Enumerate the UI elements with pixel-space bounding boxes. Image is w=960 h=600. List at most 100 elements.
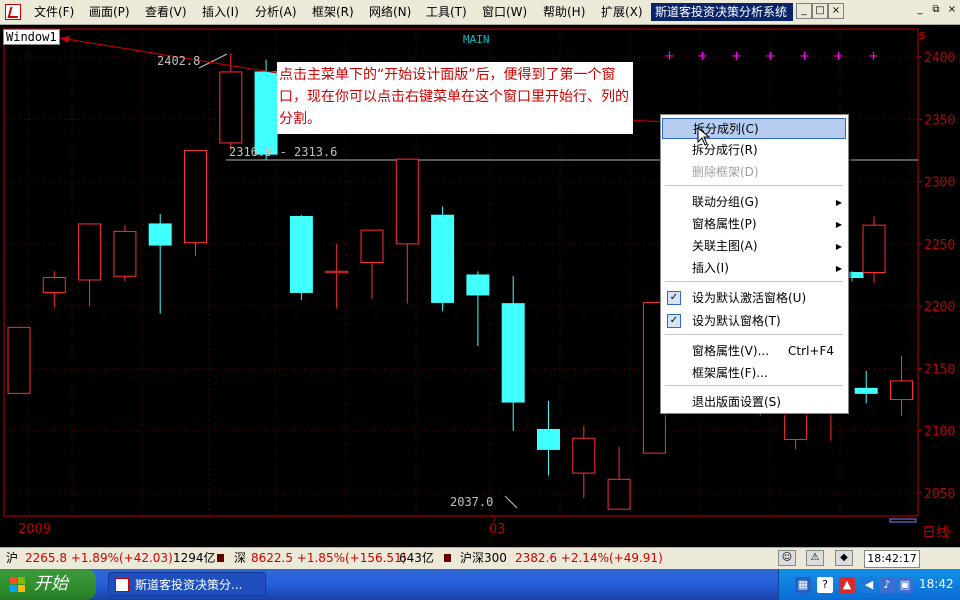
high-price-label: 2402.8: [157, 54, 201, 68]
menu-window[interactable]: 窗口(W): [482, 0, 527, 24]
low-price-label: 2037.0: [450, 495, 494, 509]
y-tick-label: 2250: [924, 238, 955, 253]
hs300-index-value: 2382.6 +2.14%(+49.91): [515, 551, 663, 565]
start-label: 开始: [34, 574, 68, 594]
menu-analysis[interactable]: 分析(A): [255, 0, 297, 24]
app-icon[interactable]: [5, 4, 21, 20]
tray-clock: 18:42: [919, 577, 954, 591]
x-tick-label: 2009: [18, 522, 51, 537]
menu-separator: [665, 185, 843, 186]
sz-index-value: 8622.5 +1.85%(+156.51): [251, 551, 407, 565]
sz-volume: 643亿: [399, 551, 434, 565]
menu-separator: [665, 281, 843, 282]
wizard-icon[interactable]: ☺: [778, 550, 796, 566]
close-button[interactable]: ×: [828, 3, 844, 19]
x-tick-label: 03: [489, 522, 506, 537]
menu-frame[interactable]: 框架(R): [312, 0, 354, 24]
menu-view[interactable]: 查看(V): [145, 0, 187, 24]
window-title: 斯道客投资决策分析系统: [651, 3, 793, 21]
context-menu-item[interactable]: 设为默认窗格(T) ✓: [662, 311, 846, 332]
candle-body: [148, 223, 172, 246]
menu-screen[interactable]: 画面(P): [89, 0, 130, 24]
axis-dollar-marker: $: [919, 29, 926, 42]
candle-body: [862, 224, 886, 274]
context-menu-item-label: 设为默认激活窗格(U): [692, 291, 807, 305]
scroll-marker: [889, 518, 917, 523]
context-menu-item-label: 窗格属性(V)...: [692, 344, 770, 358]
ticket-icon[interactable]: ◆: [835, 550, 853, 566]
candle-body: [184, 149, 207, 244]
context-menu-item-label: 框架属性(F)...: [692, 366, 768, 380]
context-menu-item[interactable]: 框架属性(F)...: [662, 363, 846, 384]
tray-sound-icon[interactable]: ♪: [879, 577, 895, 593]
signal-marker: +: [765, 49, 776, 64]
tray-network-icon[interactable]: ▦: [795, 577, 811, 593]
candle-body: [854, 387, 878, 394]
checkmark-icon: ✓: [667, 291, 681, 305]
menu-help[interactable]: 帮助(H): [543, 0, 585, 24]
menu-network[interactable]: 网络(N): [369, 0, 411, 24]
candle-body: [890, 380, 913, 401]
tray-arrow-icon[interactable]: ◀: [861, 577, 877, 593]
sz-label: 深: [234, 551, 247, 565]
y-tick-label: 2300: [924, 176, 955, 191]
context-menu-item[interactable]: 设为默认激活窗格(U) ✓: [662, 288, 846, 309]
menu-separator: [665, 334, 843, 335]
annotation-note: 点击主菜单下的“开始设计面版”后，便得到了第一个窗口，现在你可以点击右键菜单在这…: [277, 62, 633, 134]
context-menu-item-label: 退出版面设置(S): [692, 395, 781, 409]
minimize-button[interactable]: _: [796, 3, 812, 19]
arrow-head: [60, 36, 70, 43]
inner-restore-button[interactable]: ⧉: [928, 3, 944, 19]
submenu-arrow-icon: ▶: [835, 242, 842, 251]
candle-body: [325, 270, 349, 274]
taskbar-app-button[interactable]: 斯道客投资决策分...: [108, 572, 266, 596]
context-menu-item[interactable]: 插入(I) ▶: [662, 258, 846, 279]
y-tick-label: 2100: [924, 425, 955, 440]
context-menu-item[interactable]: 联动分组(G) ▶: [662, 192, 846, 213]
menu-bar: 文件(F) 画面(P) 查看(V) 插入(I) 分析(A) 框架(R) 网络(N…: [0, 0, 960, 25]
context-menu-item[interactable]: 窗格属性(V)... Ctrl+F4: [662, 341, 846, 362]
menu-tools[interactable]: 工具(T): [426, 0, 467, 24]
candle-body: [537, 428, 560, 450]
tray-monitor-icon[interactable]: ▣: [897, 577, 913, 593]
menu-extend[interactable]: 扩展(X): [601, 0, 643, 24]
submenu-arrow-icon: ▶: [835, 198, 842, 207]
low-pointer: [504, 495, 518, 509]
candle-body: [219, 71, 243, 144]
context-menu-item[interactable]: 窗格属性(P) ▶: [662, 214, 846, 235]
start-button[interactable]: 开始: [0, 569, 96, 600]
context-menu-item[interactable]: 拆分成列(C): [662, 118, 846, 139]
context-menu-item-label: 删除框架(D): [692, 165, 759, 179]
system-tray: ▦ ? ▲ ◀ ♪ ▣ 18:42: [778, 569, 960, 600]
context-menu-item[interactable]: 退出版面设置(S): [662, 392, 846, 413]
y-tick-label: 2400: [924, 51, 955, 66]
windows-logo-icon: [10, 577, 25, 592]
status-clock: 18:42:17: [864, 550, 920, 568]
submenu-arrow-icon: ▶: [835, 264, 842, 273]
inner-minimize-button[interactable]: _: [912, 3, 928, 19]
submenu-arrow-icon: ▶: [835, 220, 842, 229]
kline-chart[interactable]: 2400 2350 2300 2250 2200 2150 2100 2050 2009 03 日线…: [0, 26, 960, 540]
context-menu-item-label: 关联主图(A): [692, 239, 758, 253]
context-menu-item-label: 插入(I): [692, 261, 729, 275]
candle-body: [7, 326, 31, 394]
candle-body: [395, 158, 419, 245]
sh-label: 沪: [6, 551, 19, 565]
tray-help-icon[interactable]: ?: [817, 577, 833, 593]
signal-marker: +: [697, 49, 708, 64]
candle-body: [42, 276, 66, 293]
alert-icon[interactable]: ⚠: [806, 550, 824, 566]
candle-body: [113, 230, 137, 277]
context-menu-item: 删除框架(D): [662, 162, 846, 183]
context-menu-item[interactable]: 关联主图(A) ▶: [662, 236, 846, 257]
signal-marker: +: [731, 49, 742, 64]
restore-button[interactable]: □: [812, 3, 828, 19]
window-label[interactable]: Window1: [3, 29, 60, 45]
axis-unit-label: 日线: [922, 525, 950, 540]
menu-file[interactable]: 文件(F): [34, 0, 74, 24]
inner-close-button[interactable]: ×: [944, 3, 960, 19]
tray-app-icon[interactable]: ▲: [839, 577, 855, 593]
sh-volume: 1294亿: [173, 551, 216, 565]
menu-insert[interactable]: 插入(I): [202, 0, 239, 24]
context-menu-item[interactable]: 拆分成行(R): [662, 140, 846, 161]
